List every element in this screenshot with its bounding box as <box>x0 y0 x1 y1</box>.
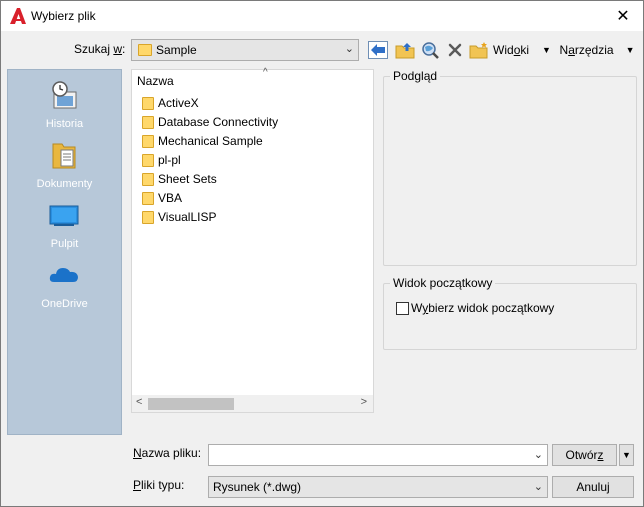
folder-icon <box>142 191 154 205</box>
file-list[interactable]: ^ Nazwa ActiveX Database Connectivity Me… <box>131 67 374 413</box>
close-button[interactable]: ✕ <box>603 1 643 31</box>
place-history[interactable]: Historia <box>8 74 121 134</box>
list-item[interactable]: ActiveX <box>142 94 199 112</box>
delete-button[interactable] <box>445 39 465 61</box>
search-web-button[interactable] <box>419 39 441 61</box>
horizontal-scrollbar[interactable]: < > <box>131 395 374 413</box>
scroll-thumb[interactable] <box>148 398 234 410</box>
search-globe-icon <box>422 42 439 59</box>
folder-icon <box>142 134 154 148</box>
file-type-label: Pliki typu: <box>133 478 185 492</box>
preview-title: Podgląd <box>390 69 441 83</box>
column-header-name[interactable]: Nazwa <box>137 74 174 88</box>
folder-icon <box>142 210 154 224</box>
places-bar: Historia Dokumenty Pulpit OneDrive <box>7 69 122 435</box>
chevron-down-icon: ⌄ <box>533 481 543 493</box>
folder-icon <box>138 44 152 56</box>
file-name-label: Nazwa pliku: <box>133 446 202 460</box>
select-initial-view-checkbox[interactable] <box>396 302 409 315</box>
sort-ascending-icon: ^ <box>263 67 268 78</box>
initial-view-title: Widok początkowy <box>390 276 496 290</box>
autocad-logo-icon <box>10 8 26 24</box>
folder-icon <box>142 172 154 186</box>
documents-icon <box>52 143 76 169</box>
file-name-field[interactable]: ⌄ <box>208 444 548 466</box>
look-in-value: Sample <box>156 43 197 57</box>
open-button[interactable]: Otwórz <box>552 444 617 466</box>
file-type-value: Rysunek (*.dwg) <box>213 480 302 494</box>
new-folder-button[interactable] <box>468 39 490 61</box>
place-desktop[interactable]: Pulpit <box>8 194 121 254</box>
tools-menu-button[interactable]: Narzędzia ▼ <box>558 39 636 61</box>
file-type-dropdown[interactable]: Rysunek (*.dwg) ⌄ <box>208 476 548 498</box>
folder-icon <box>142 115 154 129</box>
folder-icon <box>142 96 154 110</box>
views-menu-button[interactable]: Widoki ▼ <box>493 39 551 61</box>
open-options-arrow-icon: ▼ <box>622 450 631 460</box>
open-options-button[interactable]: ▼ <box>619 444 634 466</box>
place-label: OneDrive <box>41 298 88 310</box>
scroll-left-icon[interactable]: < <box>136 396 142 408</box>
chevron-down-icon: ⌄ <box>344 43 354 55</box>
back-button[interactable] <box>367 39 389 61</box>
place-label: Historia <box>45 118 84 130</box>
place-label: Pulpit <box>50 238 79 250</box>
list-item[interactable]: pl-pl <box>142 151 181 169</box>
tools-dropdown-arrow-icon: ▼ <box>625 45 635 55</box>
place-label: Dokumenty <box>36 178 93 190</box>
list-item[interactable]: Database Connectivity <box>142 113 278 131</box>
file-dialog: Wybierz plik ✕ Szukaj w: Sample ⌄ Widoki… <box>0 0 644 507</box>
initial-view-group: Widok początkowy Wybierz widok początkow… <box>383 276 637 350</box>
cloud-icon <box>49 268 78 282</box>
window-title: Wybierz plik <box>31 9 96 23</box>
cancel-button[interactable]: Anuluj <box>552 476 634 498</box>
views-label: Widoki <box>493 43 530 57</box>
preview-group: Podgląd <box>383 69 637 266</box>
title-bar: Wybierz plik ✕ <box>1 1 643 31</box>
up-folder-button[interactable] <box>393 39 417 61</box>
list-item[interactable]: Sheet Sets <box>142 170 217 188</box>
file-name-input[interactable] <box>212 446 522 464</box>
scroll-right-icon[interactable]: > <box>361 396 367 408</box>
place-onedrive[interactable]: OneDrive <box>8 254 121 314</box>
list-item[interactable]: VBA <box>142 189 182 207</box>
place-documents[interactable]: Dokumenty <box>8 134 121 194</box>
cancel-label: Anuluj <box>576 480 610 494</box>
open-label: Otwórz <box>565 448 604 462</box>
close-icon: ✕ <box>616 8 630 25</box>
list-item[interactable]: Mechanical Sample <box>142 132 263 150</box>
tools-label: Narzędzia <box>559 43 614 57</box>
select-initial-view-label: Wybierz widok początkowy <box>411 301 555 315</box>
up-folder-icon <box>395 43 415 59</box>
folder-icon <box>142 153 154 167</box>
list-item[interactable]: VisualLISP <box>142 208 216 226</box>
delete-x-icon <box>448 43 462 57</box>
look-in-label: Szukaj w: <box>74 42 126 56</box>
look-in-dropdown[interactable]: Sample ⌄ <box>131 39 359 61</box>
desktop-icon <box>49 205 79 226</box>
new-folder-icon <box>469 42 488 59</box>
back-arrow-icon <box>368 41 388 59</box>
views-dropdown-arrow-icon: ▼ <box>542 45 551 55</box>
history-icon <box>52 81 77 109</box>
chevron-down-icon[interactable]: ⌄ <box>534 448 543 461</box>
